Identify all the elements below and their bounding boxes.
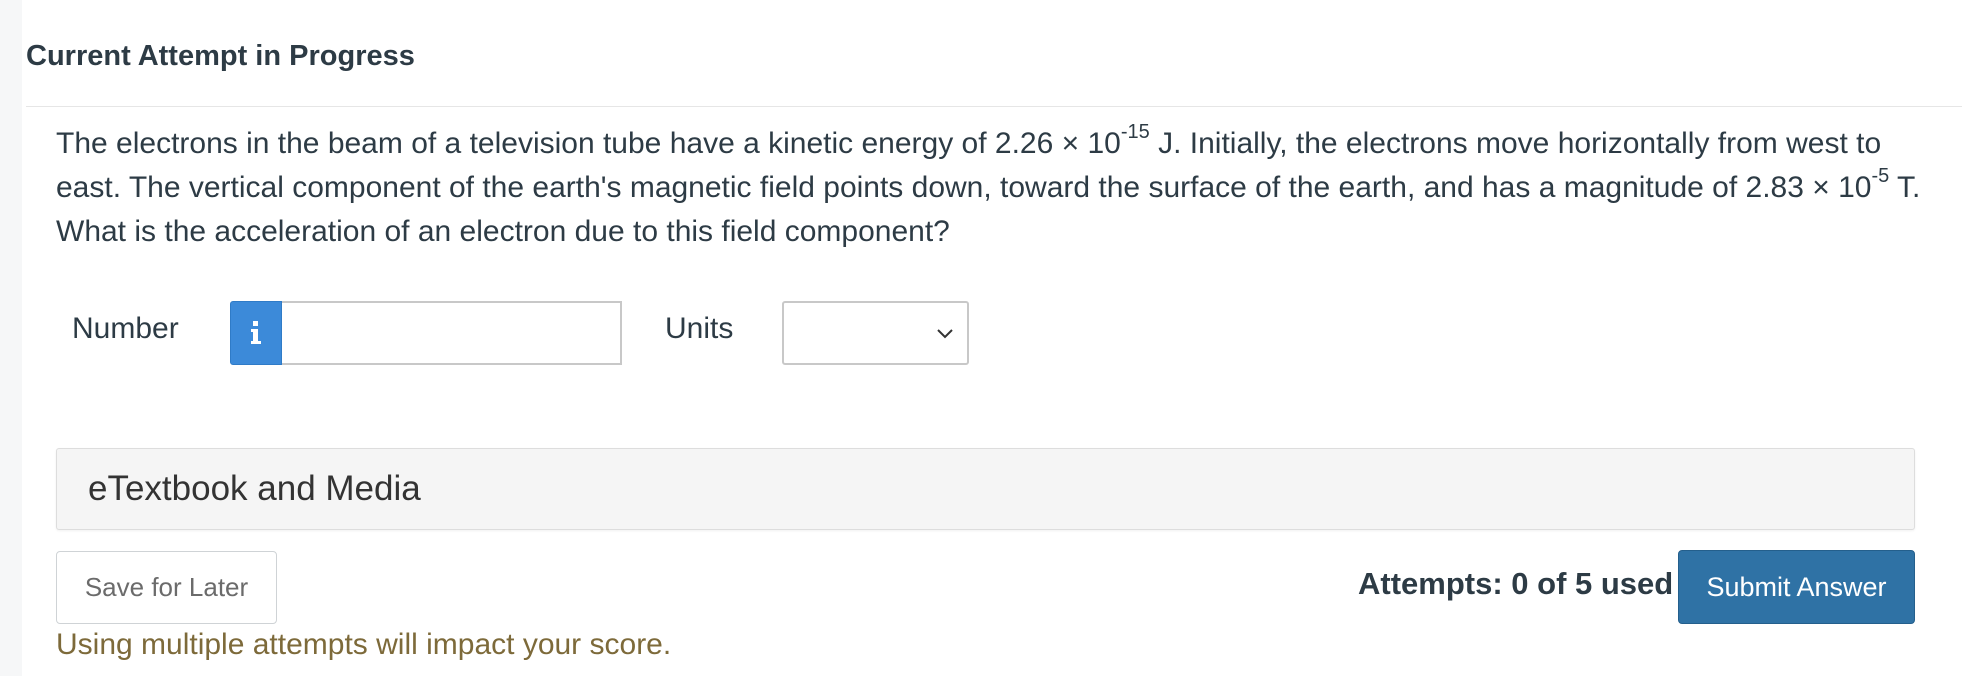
left-rail (0, 0, 22, 676)
info-icon (251, 321, 261, 344)
number-input[interactable] (282, 301, 622, 365)
info-button[interactable] (230, 301, 282, 365)
number-label: Number (72, 312, 179, 345)
page-title: Current Attempt in Progress (26, 40, 415, 72)
attempts-counter: Attempts: 0 of 5 used (1358, 566, 1674, 601)
save-for-later-button[interactable]: Save for Later (56, 551, 277, 624)
question-text: The electrons in the beam of a televisio… (56, 122, 1936, 254)
header-divider (26, 106, 1962, 107)
question-text-part1: The electrons in the beam of a televisio… (56, 127, 1121, 160)
units-select[interactable] (782, 301, 969, 365)
units-label: Units (665, 312, 734, 345)
assignment-page: Current Attempt in Progress The electron… (0, 0, 1962, 676)
attempts-warning: Using multiple attempts will impact your… (56, 628, 672, 661)
chevron-down-icon (937, 329, 953, 339)
etextbook-media-panel[interactable]: eTextbook and Media (56, 448, 1915, 530)
question-exponent-2: -5 (1871, 165, 1890, 187)
submit-answer-button[interactable]: Submit Answer (1678, 550, 1915, 624)
etextbook-media-label: eTextbook and Media (88, 469, 421, 508)
question-exponent-1: -15 (1120, 121, 1150, 143)
